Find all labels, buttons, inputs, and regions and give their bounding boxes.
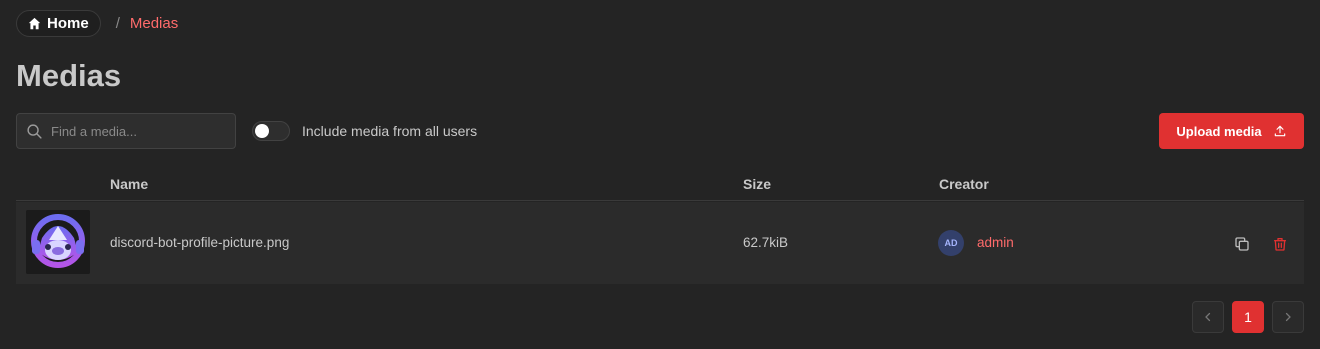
search-icon: [27, 123, 42, 139]
creator-avatar: AD: [938, 230, 964, 256]
column-header-name[interactable]: Name: [110, 176, 148, 192]
toggle-knob: [255, 124, 269, 138]
pagination-page-button[interactable]: 1: [1232, 301, 1264, 333]
pagination-prev-button[interactable]: [1192, 301, 1224, 333]
include-all-users-toggle[interactable]: [252, 121, 290, 141]
trash-icon[interactable]: [1272, 236, 1288, 252]
upload-media-button[interactable]: Upload media: [1159, 113, 1304, 149]
include-all-users-control: Include media from all users: [252, 121, 477, 141]
media-size: 62.7kiB: [743, 235, 789, 250]
home-icon: [28, 17, 41, 30]
breadcrumb-current: Medias: [129, 15, 179, 32]
medias-page: Home / Medias Medias Include media from …: [0, 0, 1320, 349]
table-header: Name Size Creator: [16, 165, 1304, 201]
column-header-creator[interactable]: Creator: [939, 176, 989, 192]
column-header-size[interactable]: Size: [743, 176, 771, 192]
breadcrumb-separator: /: [115, 15, 120, 32]
search-input[interactable]: [51, 123, 221, 139]
creator-name[interactable]: admin: [977, 235, 1014, 250]
include-all-users-label: Include media from all users: [302, 123, 478, 139]
chevron-left-icon: [1205, 312, 1211, 322]
media-filename: discord-bot-profile-picture.png: [110, 235, 290, 250]
upload-icon: [1274, 125, 1285, 137]
page-title: Medias: [16, 58, 122, 93]
upload-media-label: Upload media: [1176, 123, 1262, 139]
chevron-right-icon: [1285, 312, 1291, 322]
pagination-next-button[interactable]: [1272, 301, 1304, 333]
bot-avatar-image: [26, 210, 90, 274]
breadcrumb-home[interactable]: Home: [16, 10, 101, 37]
table-row[interactable]: discord-bot-profile-picture.png 62.7kiB …: [16, 202, 1304, 284]
breadcrumb-home-label: Home: [47, 15, 89, 32]
media-thumbnail[interactable]: [26, 210, 90, 274]
copy-icon[interactable]: [1234, 236, 1250, 252]
breadcrumb: Home / Medias: [16, 10, 178, 37]
search-field[interactable]: [16, 113, 236, 149]
